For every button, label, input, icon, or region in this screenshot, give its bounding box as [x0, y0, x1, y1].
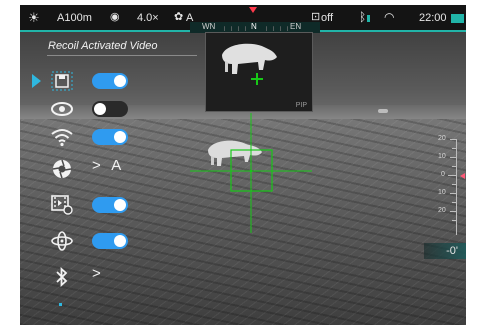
- scale-tick: [452, 184, 457, 185]
- aperture-icon: ✿: [174, 11, 184, 23]
- compass-ticks: ╷ ╷ ╷ ╷: [222, 22, 248, 31]
- eye-icon: [51, 102, 73, 116]
- menu-title-underline: [47, 55, 197, 56]
- thermal-scope-screen: ☀ A100m ◉ 4.0× ✿ A ⊡ off ᛒ ◠ 22:00 WN ╷ …: [20, 5, 466, 325]
- gyro-icon: [51, 231, 73, 251]
- scale-label: 10: [438, 189, 446, 196]
- record-status: off: [321, 12, 334, 24]
- aperture-icon: [52, 159, 72, 179]
- battery-icon: [451, 14, 464, 23]
- north-marker: [249, 7, 257, 13]
- aperture-chevron: >: [92, 157, 101, 174]
- tilt-angle-box: -0': [424, 243, 466, 259]
- wifi-icon: [51, 129, 73, 147]
- video-record-icon: [51, 195, 73, 215]
- tilt-angle-value: -0': [446, 245, 458, 257]
- scale-tick: [452, 148, 457, 149]
- menu-item-gyro[interactable]: [20, 227, 170, 255]
- compass-east: EN: [290, 22, 302, 31]
- pip-window: PIP: [205, 32, 313, 112]
- eye-toggle[interactable]: [92, 101, 128, 117]
- scale-tick: [450, 139, 457, 140]
- menu-item-aperture[interactable]: > A: [20, 155, 170, 183]
- bluetooth-icon: [56, 266, 68, 288]
- scale-tick: [452, 220, 457, 221]
- pip-crosshair: [251, 73, 263, 85]
- scale-tick: [452, 166, 457, 167]
- zoom-value: 4.0×: [137, 12, 159, 24]
- menu-item-save[interactable]: [20, 67, 170, 95]
- range-value: A100m: [57, 12, 92, 24]
- battery-small-icon: [367, 15, 370, 22]
- wifi-toggle[interactable]: [92, 129, 128, 145]
- video-record-toggle[interactable]: [92, 197, 128, 213]
- eye-icon: ◉: [110, 11, 120, 23]
- scale-tick: [450, 211, 457, 212]
- boar-pip: [222, 43, 277, 74]
- compass-north: N: [251, 22, 257, 31]
- menu-item-video-record[interactable]: [20, 191, 170, 219]
- bluetooth-chevron: >: [92, 265, 101, 282]
- menu-item-eye[interactable]: [20, 95, 170, 123]
- gyro-toggle[interactable]: [92, 233, 128, 249]
- pip-label: PIP: [295, 102, 307, 109]
- compass-west: WN: [202, 22, 216, 31]
- menu-title: Recoil Activated Video: [48, 40, 158, 52]
- menu-item-bluetooth[interactable]: >: [20, 263, 170, 291]
- brightness-icon: ☀: [28, 10, 40, 25]
- scale-label: 20: [438, 135, 446, 142]
- reticle: [190, 113, 312, 233]
- scale-tick: [448, 175, 457, 176]
- compass-ticks-2: ╷ ╷ ╷ ╷: [264, 22, 290, 31]
- scale-label: 20: [438, 207, 446, 214]
- scale-tick: [450, 193, 457, 194]
- menu-item-wifi[interactable]: [20, 123, 170, 151]
- bluetooth-icon: ᛒ: [359, 10, 367, 24]
- scale-tick: [452, 202, 457, 203]
- scale-label: 0: [441, 171, 445, 178]
- clock-time: 22:00: [419, 12, 447, 24]
- wifi-icon: ◠: [384, 10, 395, 24]
- scale-tick: [450, 157, 457, 158]
- distant-object: [378, 109, 388, 113]
- save-icon: [51, 71, 73, 91]
- page-indicator: [59, 303, 62, 306]
- scale-label: 10: [438, 153, 446, 160]
- save-toggle[interactable]: [92, 73, 128, 89]
- aperture-value: A: [111, 157, 122, 174]
- tilt-pointer: [460, 173, 465, 179]
